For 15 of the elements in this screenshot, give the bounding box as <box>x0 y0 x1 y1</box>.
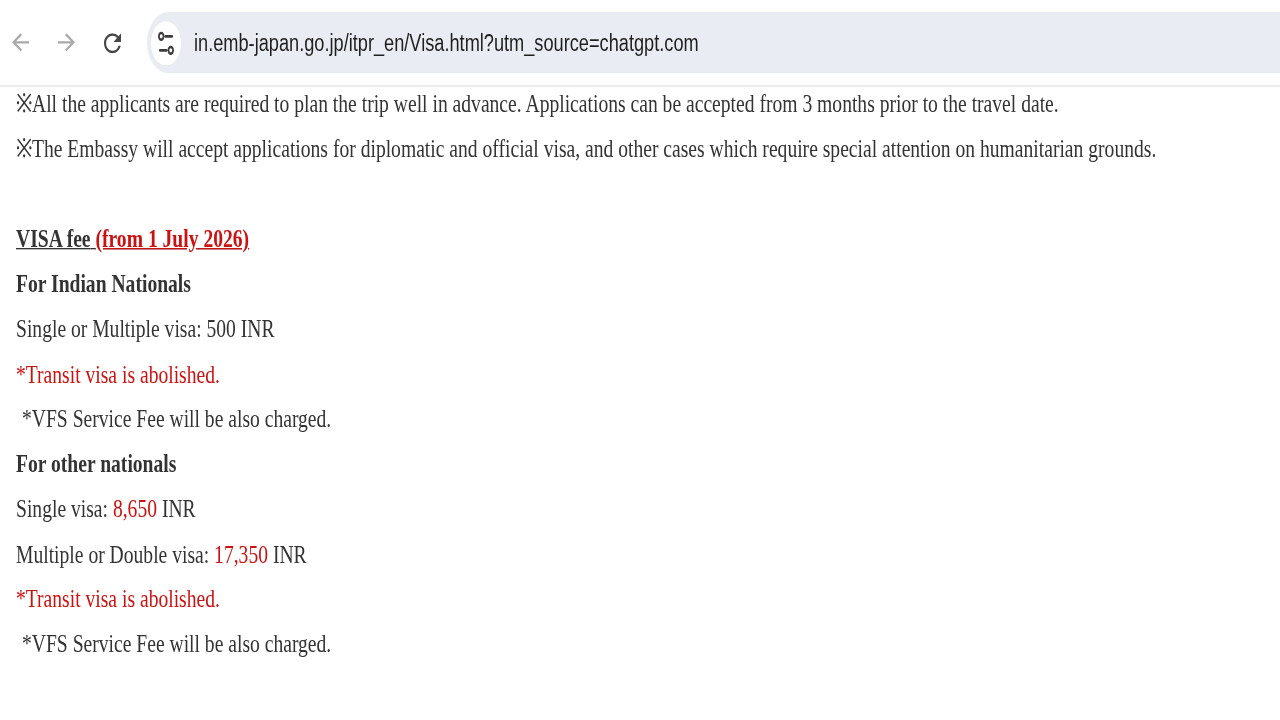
notice-text: ※All the applicants are required to plan the trip well in advance. Applications can be accepted from 3 months prior to the travel date. <box>16 88 1059 120</box>
site-settings-icon[interactable] <box>151 20 181 65</box>
subheading: For other nationals <box>16 448 177 480</box>
section-heading: VISA fee (from 1 July 2026) <box>16 223 250 255</box>
address-bar[interactable]: in.emb-japan.go.jp/itpr_en/Visa.html?utm_source=chatgpt.com <box>147 11 1280 74</box>
footnote-text: *VFS Service Fee will be also charged. <box>21 628 332 660</box>
body-text: *Transit visa is abolished. <box>16 358 220 390</box>
body-text: Single or Multiple visa: 500 INR <box>16 313 275 345</box>
subheading: For Indian Nationals <box>16 268 191 300</box>
reload-icon[interactable] <box>104 32 121 53</box>
body-text: Multiple or Double visa: 17,350 INR <box>16 538 307 570</box>
footnote-text: *VFS Service Fee will be also charged. <box>21 403 332 435</box>
body-text: *Transit visa is abolished. <box>16 583 220 615</box>
body-text: Single visa: 8,650 INR <box>16 493 196 525</box>
notice-text: ※The Embassy will accept applications for diplomatic and official visa, and other cases which require special attention on humanitarian grounds. <box>16 133 1157 165</box>
